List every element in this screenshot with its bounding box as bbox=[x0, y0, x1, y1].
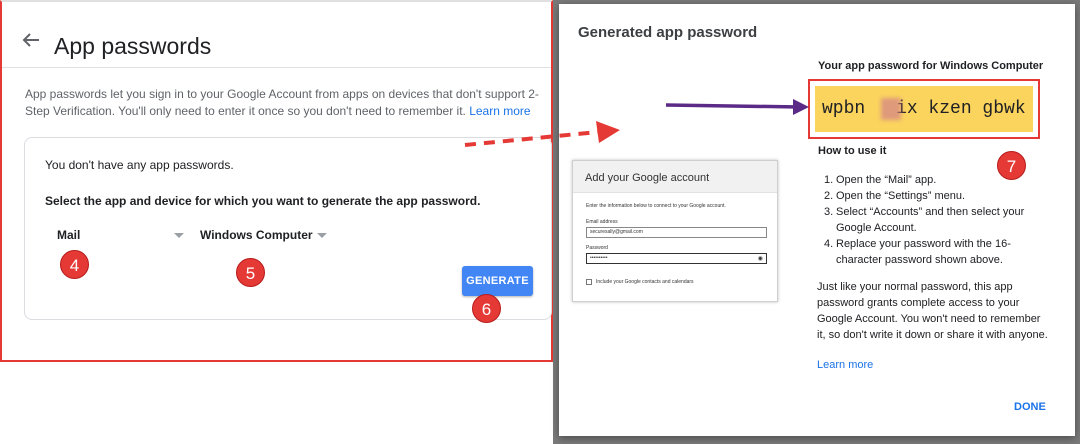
step-badge-6: 6 bbox=[472, 294, 501, 323]
app-passwords-panel: App passwords App passwords let you sign… bbox=[0, 0, 553, 362]
step-text: Open the “Mail” app. bbox=[836, 174, 937, 186]
app-password-value: wpbn ix kzen gbwk bbox=[815, 86, 1033, 132]
back-arrow-icon[interactable] bbox=[22, 32, 40, 48]
select-prompt: Select the app and device for which you … bbox=[45, 194, 481, 208]
step-text: Open the “Settings” menu. bbox=[836, 190, 966, 202]
password-part-2: ix kzen gbwk bbox=[896, 99, 1026, 119]
password-field-value: •••••••••• bbox=[590, 255, 608, 261]
password-highlight-box: wpbn ix kzen gbwk bbox=[808, 79, 1040, 139]
step-badge-7: 7 bbox=[997, 151, 1026, 180]
dialog-title: Generated app password bbox=[578, 24, 758, 41]
app-dropdown[interactable]: Mail bbox=[57, 228, 187, 250]
google-window-info: Enter the information below to connect t… bbox=[586, 203, 726, 209]
list-item: 4. Replace your password with the 16-char… bbox=[824, 238, 1011, 266]
email-field-value: securesally@gmail.com bbox=[590, 229, 643, 235]
step-badge-4: 4 bbox=[60, 250, 89, 279]
learn-more-link[interactable]: Learn more bbox=[817, 359, 873, 371]
password-part-1: wpbn bbox=[822, 99, 877, 119]
how-to-steps: 1. Open the “Mail” app. 2. Open the “Setti… bbox=[818, 172, 1054, 268]
app-dropdown-value: Mail bbox=[57, 228, 81, 242]
include-contacts-checkbox[interactable] bbox=[586, 279, 592, 285]
learn-more-link[interactable]: Learn more bbox=[469, 104, 530, 118]
device-dropdown[interactable]: Windows Computer bbox=[200, 228, 330, 250]
generated-password-dialog: Generated app password Add your Google a… bbox=[559, 4, 1075, 436]
step-text: Select “Accounts” and then select your G… bbox=[836, 206, 1025, 234]
generate-button[interactable]: GENERATE bbox=[462, 266, 533, 296]
security-note: Just like your normal password, this app… bbox=[817, 281, 1048, 341]
caret-down-icon bbox=[174, 233, 184, 238]
include-contacts-label: Include your Google contacts and calenda… bbox=[596, 279, 694, 285]
email-field[interactable]: securesally@gmail.com bbox=[586, 227, 767, 238]
email-label: Email address bbox=[586, 219, 618, 225]
redaction-blur bbox=[881, 98, 901, 120]
eye-icon[interactable]: ◉ bbox=[758, 255, 763, 263]
list-item: 2. Open the “Settings” menu. bbox=[824, 190, 966, 202]
device-dropdown-value: Windows Computer bbox=[200, 228, 313, 242]
step-text: Replace your password with the 16-charac… bbox=[836, 238, 1011, 266]
app-password-label: Your app password for Windows Computer bbox=[818, 60, 1044, 72]
add-google-account-window: Add your Google account Enter the inform… bbox=[572, 160, 778, 302]
how-to-use-title: How to use it bbox=[818, 145, 887, 157]
app-password-card: You don't have any app passwords. Select… bbox=[24, 137, 552, 320]
app-passwords-header: App passwords bbox=[2, 2, 551, 68]
google-window-title: Add your Google account bbox=[585, 172, 710, 184]
google-window-header: Add your Google account bbox=[573, 161, 777, 193]
step-badge-5: 5 bbox=[236, 258, 265, 287]
password-label: Password bbox=[586, 245, 608, 251]
page-title: App passwords bbox=[54, 33, 212, 59]
app-passwords-description: App passwords let you sign in to your Go… bbox=[25, 86, 549, 120]
done-button[interactable]: DONE bbox=[1014, 401, 1046, 413]
no-passwords-text: You don't have any app passwords. bbox=[45, 158, 234, 172]
description-text: App passwords let you sign in to your Go… bbox=[25, 87, 539, 118]
list-item: 3. Select “Accounts” and then select your… bbox=[824, 206, 1025, 234]
caret-down-icon bbox=[317, 233, 327, 238]
password-field[interactable]: •••••••••• ◉ bbox=[586, 253, 767, 264]
